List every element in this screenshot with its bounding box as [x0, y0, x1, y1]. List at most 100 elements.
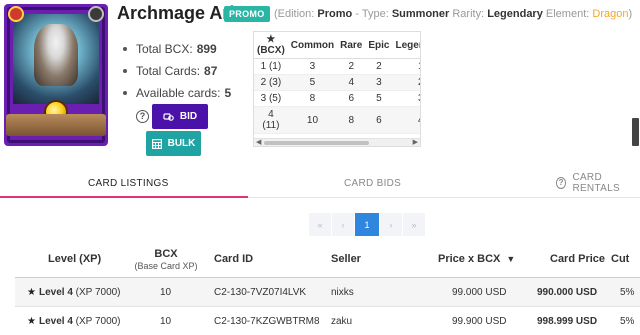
stat-value: 5: [224, 86, 232, 100]
bcx-header-label: (BCX): [257, 45, 285, 56]
tab-card-rentals[interactable]: ? CARD RENTALS: [556, 168, 640, 198]
level-table-panel: ★ (BCX) Common Rare Epic Legendary 1 (1)…: [253, 31, 421, 147]
price-bcx-cell: 99.000 USD: [452, 286, 507, 298]
header-seller[interactable]: Seller: [331, 240, 361, 278]
col-legendary: Legendary: [392, 32, 420, 59]
cut-cell: 5%: [620, 286, 635, 298]
page-first-button[interactable]: «: [309, 213, 331, 236]
bullet-icon: [123, 47, 127, 51]
seller-cell[interactable]: nixks: [331, 278, 354, 306]
star-icon: ★: [27, 315, 36, 327]
header-level[interactable]: Level (XP): [48, 240, 101, 278]
tab-card-bids[interactable]: CARD BIDS: [344, 168, 401, 198]
xp-value: (XP 7000): [75, 315, 121, 327]
bid-hand-icon: [163, 112, 174, 121]
listing-tabs: CARD LISTINGS CARD BIDS ? CARD RENTALS: [0, 168, 640, 198]
value-cell: 8: [337, 106, 366, 134]
card-id-cell[interactable]: C2-130-7VZ07I4LVK: [214, 278, 306, 306]
header-card-id[interactable]: Card ID: [214, 240, 253, 278]
scroll-left-icon[interactable]: ◀: [256, 139, 261, 146]
value-cell: 5: [287, 74, 338, 91]
page-scrollbar-thumb[interactable]: [632, 118, 639, 146]
level-cell: 4 (11): [254, 106, 288, 134]
seller-cell[interactable]: zaku: [331, 307, 352, 335]
level-row: 2 (3) 5 4 3 2: [254, 74, 420, 91]
table-row[interactable]: ★ Level 4 (XP 7000) 10 C2-130-7VZ07I4LVK…: [15, 278, 640, 306]
col-common: Common: [287, 32, 338, 59]
rarity-label: Rarity:: [452, 8, 485, 20]
header-card-price[interactable]: Card Price: [550, 240, 605, 278]
stat-total-bcx: Total BCX: 899: [123, 38, 231, 60]
element-label: Element:: [545, 8, 590, 20]
value-cell: 3: [392, 90, 420, 107]
level-cell: 3 (5): [254, 90, 288, 107]
card-meta: (Edition: Promo - Type: Summoner Rarity:…: [274, 8, 632, 20]
type-label: - Type:: [355, 8, 389, 20]
value-cell: 10: [287, 106, 338, 134]
cut-cell: 5%: [620, 315, 635, 327]
col-rare: Rare: [337, 32, 366, 59]
element-value: Dragon: [592, 8, 629, 20]
level-row: 4 (11) 10 8 6 4: [254, 106, 420, 134]
level-value: Level 4: [38, 315, 73, 327]
value-cell: 4: [337, 74, 366, 91]
header-cut[interactable]: Cut: [611, 240, 629, 278]
bid-button[interactable]: BID: [152, 104, 208, 129]
stat-available: Available cards: 5: [123, 82, 231, 104]
price-bcx-cell: 99.900 USD: [452, 315, 507, 327]
level-bcx: (11): [262, 120, 280, 131]
card-id-cell[interactable]: C2-130-7KZGWBTRM8: [214, 307, 320, 335]
tab-label: CARD RENTALS: [572, 172, 620, 194]
name-banner: [6, 114, 106, 136]
value-cell: 3: [287, 58, 338, 75]
level-badge-icon: [88, 6, 104, 22]
value-cell: 3: [365, 74, 393, 91]
bulk-button[interactable]: BULK: [146, 131, 201, 156]
star-icon: ★: [266, 34, 276, 45]
level-value: Level 4: [38, 286, 73, 298]
value-cell: 6: [337, 90, 366, 107]
stat-total-cards: Total Cards: 87: [123, 60, 231, 82]
level-row: 3 (5) 8 6 5 3: [254, 90, 420, 107]
header-price-bcx-label: Price x BCX: [438, 253, 501, 265]
chevron-down-icon: ▼: [506, 254, 516, 264]
level-number: 4: [268, 109, 274, 120]
value-cell: 8: [287, 90, 338, 107]
bullet-icon: [123, 69, 127, 73]
stat-value: 899: [196, 42, 217, 56]
page-prev-button[interactable]: ‹: [332, 213, 354, 236]
card-price-cell: 998.999 USD: [537, 315, 598, 327]
xp-value: (XP 7000): [75, 286, 121, 298]
header-bcx-sub: (Base Card XP): [134, 260, 198, 271]
level-header: ★ (BCX): [254, 32, 288, 59]
scroll-right-icon[interactable]: ▶: [413, 139, 418, 146]
stat-label: Total BCX:: [136, 42, 193, 56]
bid-label: BID: [179, 111, 198, 122]
bcx-cell: 10: [160, 315, 172, 327]
page-last-button[interactable]: »: [403, 213, 425, 236]
col-epic: Epic: [365, 32, 393, 59]
edition-value: Promo: [317, 8, 353, 20]
header-price-bcx[interactable]: Price x BCX ▼: [438, 240, 515, 278]
rarity-value: Legendary: [487, 8, 543, 20]
level-cell: 2 (3): [254, 74, 288, 91]
edition-label: (Edition:: [274, 8, 315, 20]
card-image: [4, 4, 108, 146]
value-cell: 4: [392, 106, 420, 134]
level-table-scrollbar[interactable]: ◀ ▶: [254, 138, 420, 146]
value-cell: 2: [365, 58, 393, 75]
value-cell: 5: [365, 90, 393, 107]
card-price-cell: 990.000 USD: [537, 286, 598, 298]
page-current-button[interactable]: 1: [355, 213, 379, 236]
help-icon: ?: [556, 177, 567, 189]
header-bcx[interactable]: BCX (Base Card XP): [133, 240, 199, 278]
promo-badge: PROMO: [224, 6, 270, 22]
tab-card-listings[interactable]: CARD LISTINGS: [88, 168, 169, 198]
help-icon[interactable]: ?: [136, 110, 149, 123]
table-row[interactable]: ★ Level 4 (XP 7000) 10 C2-130-7KZGWBTRM8…: [15, 307, 640, 335]
value-cell: 2: [337, 58, 366, 75]
page-next-button[interactable]: ›: [380, 213, 402, 236]
scroll-thumb[interactable]: [264, 141, 369, 145]
bcx-cell: 10: [160, 286, 172, 298]
level-cell: 1 (1): [254, 58, 288, 75]
